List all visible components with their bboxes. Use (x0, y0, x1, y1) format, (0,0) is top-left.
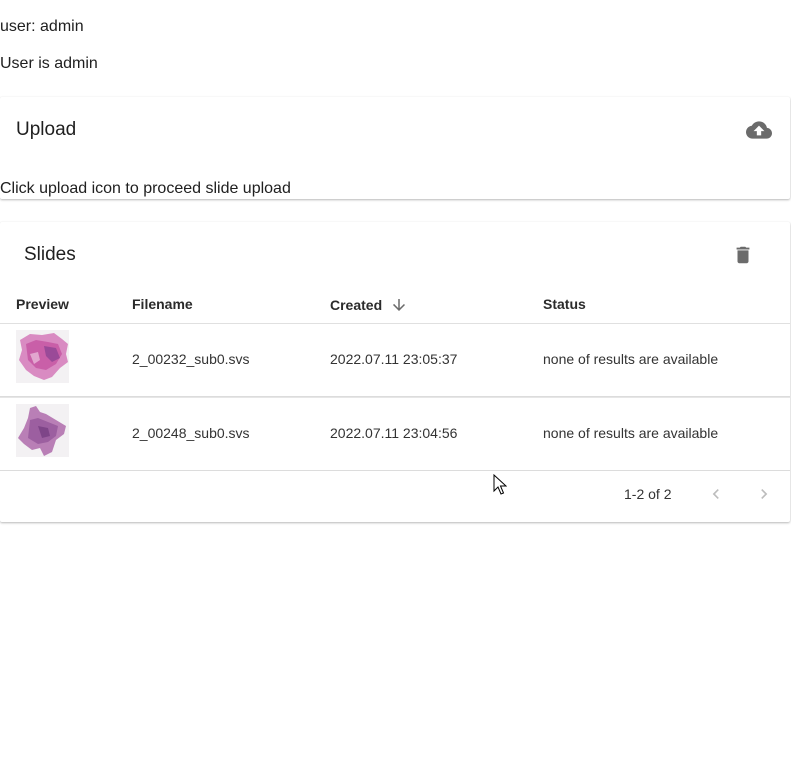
slides-title: Slides (24, 244, 76, 265)
delete-button[interactable] (729, 241, 757, 269)
slide-thumbnail[interactable] (16, 330, 69, 383)
row-filename: 2_00248_sub0.svs (132, 425, 250, 441)
previous-page-button[interactable] (704, 482, 728, 506)
upload-button[interactable] (745, 116, 773, 144)
table-row[interactable]: 2_00248_sub0.svs 2022.07.11 23:04:56 non… (0, 397, 790, 471)
upload-card: Upload Click upload icon to proceed slid… (0, 97, 790, 199)
user-role-label: User is admin (0, 55, 98, 72)
upload-title: Upload (16, 119, 77, 140)
page: user: admin User is admin Upload Click u… (0, 0, 791, 768)
column-filename[interactable]: Filename (132, 296, 193, 312)
slides-card: Slides Preview Filename Created Status 2… (0, 222, 790, 522)
row-created: 2022.07.11 23:05:37 (330, 351, 458, 367)
table-row[interactable]: 2_00232_sub0.svs 2022.07.11 23:05:37 non… (0, 324, 790, 397)
arrow-down-icon[interactable] (390, 296, 408, 314)
chevron-left-icon (712, 489, 719, 499)
row-filename: 2_00232_sub0.svs (132, 351, 250, 367)
row-created: 2022.07.11 23:04:56 (330, 425, 458, 441)
row-status: none of results are available (543, 425, 719, 441)
column-status[interactable]: Status (543, 296, 586, 312)
pagination-range: 1-2 of 2 (624, 486, 672, 502)
pagination: 1-2 of 2 (0, 470, 790, 522)
chevron-right-icon (761, 489, 768, 499)
cloud-upload-icon (746, 121, 772, 139)
mouse-cursor-icon (493, 473, 508, 501)
column-created[interactable]: Created (330, 296, 408, 314)
column-created-label: Created (330, 297, 383, 313)
next-page-button[interactable] (752, 482, 776, 506)
user-label: user: admin (0, 18, 84, 35)
trash-icon (736, 246, 750, 264)
slides-table: Preview Filename Created Status 2_00232_… (0, 286, 790, 471)
upload-hint: Click upload icon to proceed slide uploa… (0, 180, 291, 197)
column-preview: Preview (16, 296, 69, 312)
table-header: Preview Filename Created Status (0, 286, 790, 324)
row-status: none of results are available (543, 351, 719, 367)
slide-thumbnail[interactable] (16, 404, 69, 457)
